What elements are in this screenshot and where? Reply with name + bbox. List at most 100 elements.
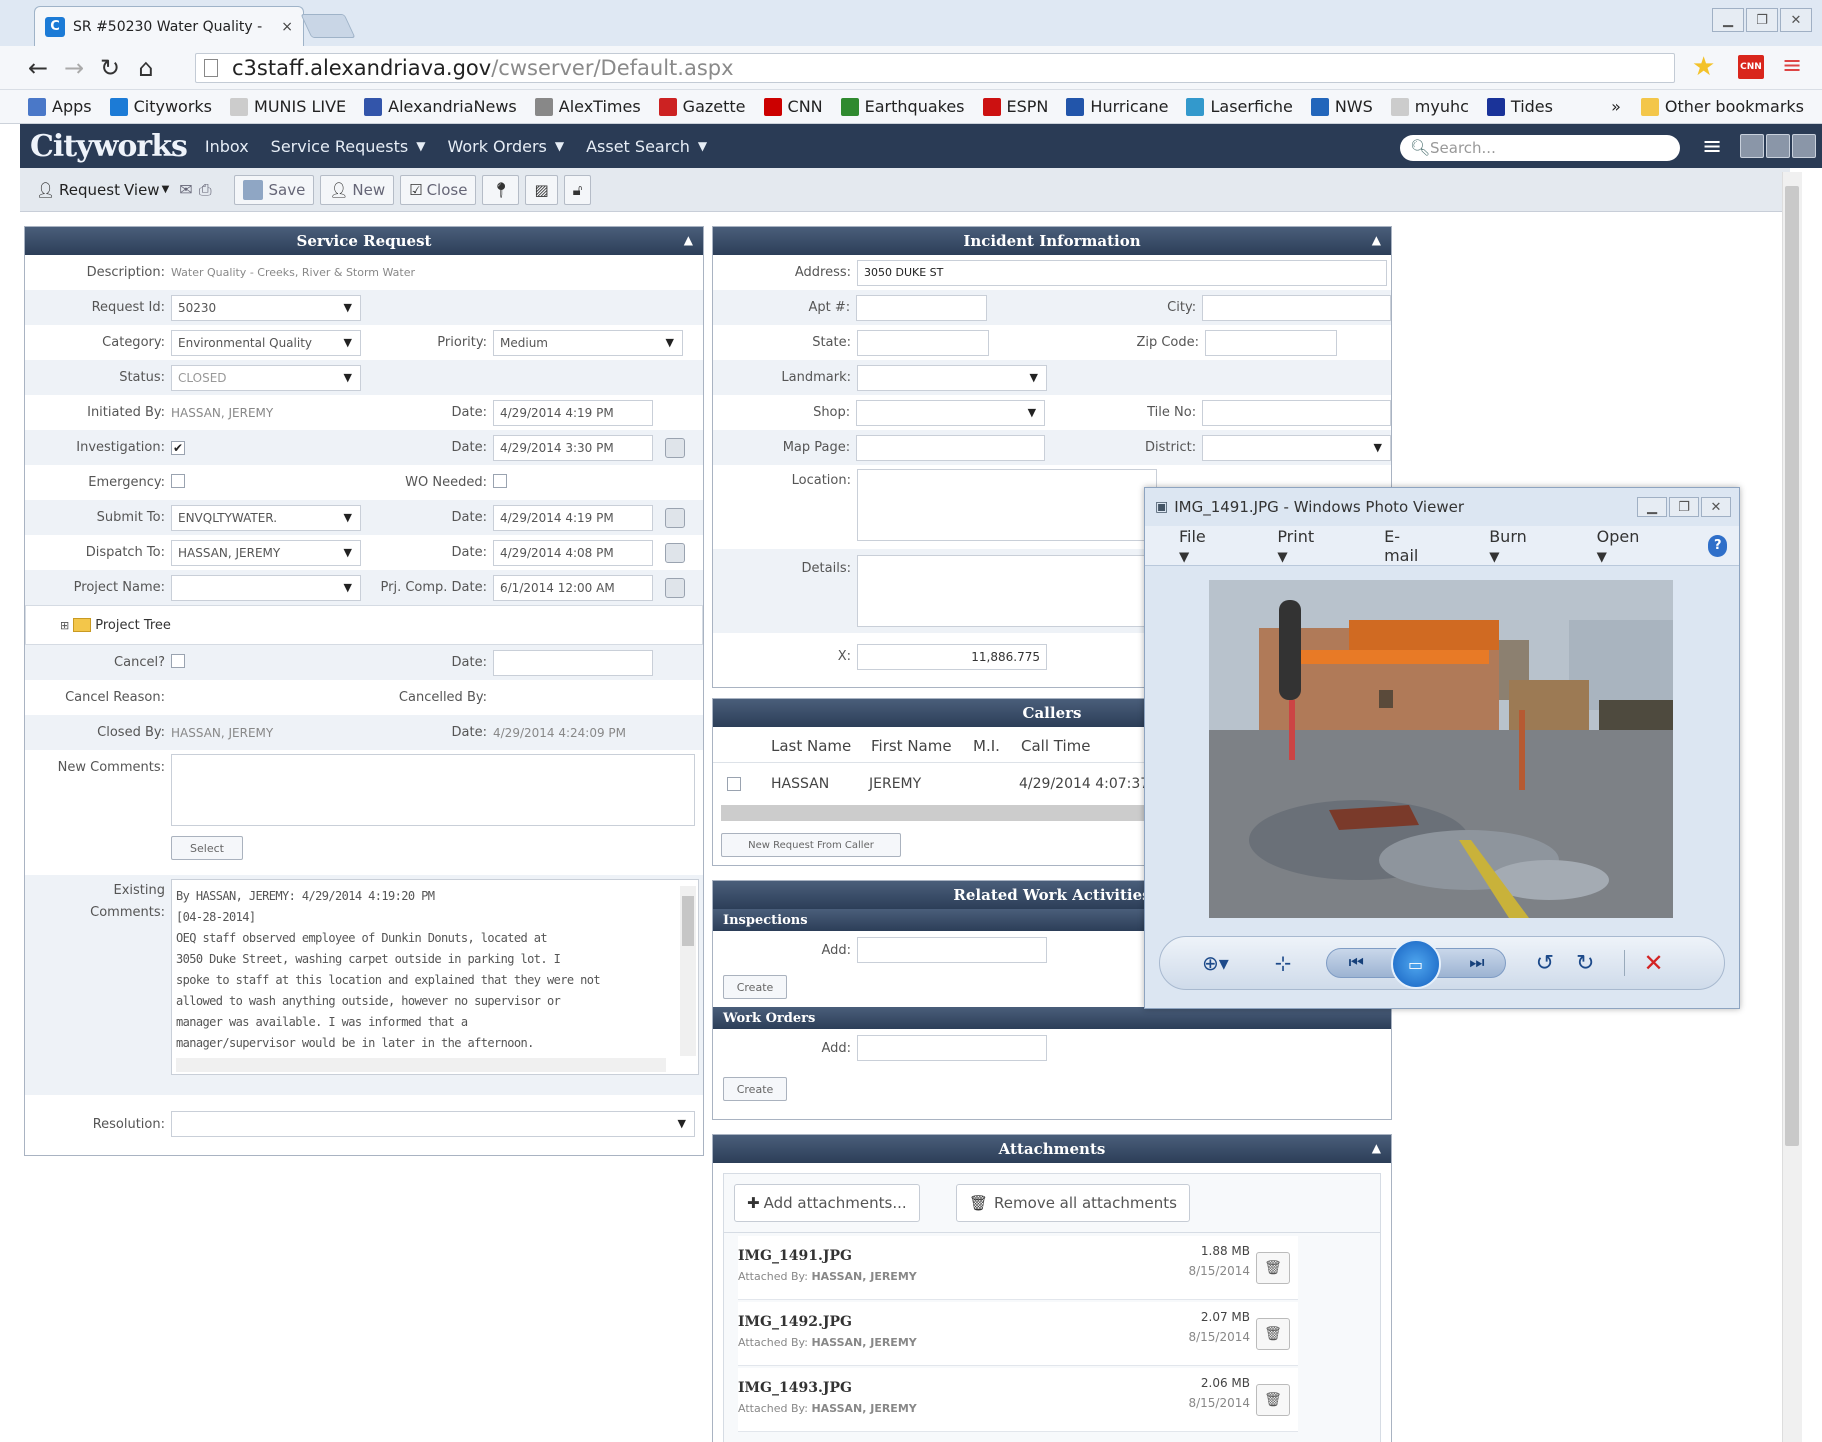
remove-all-attachments-button[interactable]: 🗑︎ Remove all attachments xyxy=(956,1184,1190,1222)
menu-print[interactable]: Print ▼ xyxy=(1277,527,1350,565)
help-icon[interactable]: ? xyxy=(1708,534,1727,557)
zoom-icon[interactable]: ⊕▾ xyxy=(1202,951,1229,975)
tab-close-icon[interactable]: × xyxy=(281,19,293,35)
city-field[interactable] xyxy=(1202,294,1391,321)
new-comments-textarea[interactable] xyxy=(171,754,695,826)
landmark-select[interactable]: ▼ xyxy=(857,364,1047,391)
minimize-icon[interactable]: ▁ xyxy=(1712,8,1744,32)
calendar-icon[interactable] xyxy=(665,542,685,563)
scrollbar-thumb[interactable] xyxy=(1785,186,1799,1146)
new-tab-button[interactable] xyxy=(300,14,356,38)
menu-file[interactable]: File ▼ xyxy=(1179,527,1243,565)
back-arrow-icon[interactable]: ← xyxy=(20,54,56,82)
attachment-item[interactable]: IMG_1492.JPG Attached By: HASSAN, JEREMY… xyxy=(738,1302,1298,1366)
bookmark-item[interactable]: Hurricane xyxy=(1066,97,1168,116)
previous-icon[interactable]: ⏮ xyxy=(1349,953,1364,973)
bookmark-item[interactable]: MUNIS LIVE xyxy=(230,97,346,116)
collapse-icon[interactable]: ▲ xyxy=(684,233,693,247)
existing-comments-box[interactable]: By HASSAN, JEREMY: 4/29/2014 4:19:20 PM … xyxy=(171,879,699,1075)
actual-size-icon[interactable]: ⊹ xyxy=(1275,951,1292,975)
hamburger-menu-icon[interactable]: ≡ xyxy=(1702,132,1722,160)
calendar-icon[interactable] xyxy=(665,507,685,528)
zip-field[interactable] xyxy=(1205,329,1337,356)
attachment-item[interactable]: IMG_1491.JPG Attached By: HASSAN, JEREMY… xyxy=(738,1236,1298,1300)
url-bar[interactable]: c3staff.alexandriava.gov/cwserver/Defaul… xyxy=(195,53,1675,83)
x-field[interactable]: 11,886.775 xyxy=(857,643,1047,670)
view-menu[interactable]: View ▼ xyxy=(124,181,169,199)
delete-attachment-icon[interactable]: 🗑︎ xyxy=(1256,1252,1290,1284)
dispatch-to-select[interactable]: HASSAN, JEREMY ▼ xyxy=(171,539,361,566)
request-id-select[interactable]: 50230 ▼ xyxy=(171,294,361,321)
cancel-checkbox[interactable] xyxy=(171,654,185,668)
comments-scrollbar[interactable] xyxy=(680,886,696,1056)
photo-viewer-titlebar[interactable]: ▣ IMG_1491.JPG - Windows Photo Viewer ▁ … xyxy=(1145,488,1739,526)
collapse-icon[interactable]: ▲ xyxy=(1372,233,1381,247)
col-call-time[interactable]: Call Time xyxy=(1021,737,1141,755)
col-first-name[interactable]: First Name xyxy=(871,737,973,755)
other-bookmarks[interactable]: Other bookmarks xyxy=(1640,97,1804,116)
bookmark-item[interactable]: ESPN xyxy=(982,97,1048,116)
menu-email[interactable]: E-mail xyxy=(1384,527,1455,565)
prj-comp-date-field[interactable]: 6/1/2014 12:00 AM xyxy=(493,574,653,601)
initiated-date-field[interactable]: 4/29/2014 4:19 PM xyxy=(493,399,653,426)
browser-tab[interactable]: C SR #50230 Water Quality - × xyxy=(34,6,304,46)
map-page-field[interactable] xyxy=(856,434,1046,461)
forward-arrow-icon[interactable]: → xyxy=(56,54,92,82)
header-tool-icon[interactable] xyxy=(1792,134,1816,158)
bookmark-star-icon[interactable]: ★ xyxy=(1692,52,1715,82)
unlock-button[interactable]: 🔓︎ xyxy=(563,174,592,205)
new-request-from-caller-button[interactable]: New Request From Caller xyxy=(721,833,901,857)
location-textarea[interactable] xyxy=(857,469,1157,541)
menu-burn[interactable]: Burn ▼ xyxy=(1489,527,1562,565)
emergency-checkbox[interactable] xyxy=(171,474,185,488)
minimize-icon[interactable]: ▁ xyxy=(1637,497,1667,517)
select-button[interactable]: Select xyxy=(171,836,243,860)
bookmark-item[interactable]: myuhc xyxy=(1390,97,1469,116)
details-textarea[interactable] xyxy=(857,555,1157,627)
delete-attachment-icon[interactable]: 🗑︎ xyxy=(1256,1384,1290,1416)
bookmark-item[interactable]: AlexandriaNews xyxy=(364,97,517,116)
more-bookmarks-icon[interactable]: » xyxy=(1611,97,1621,116)
page-scrollbar[interactable] xyxy=(1782,172,1802,1442)
expand-icon[interactable]: ⊞ xyxy=(60,619,69,632)
tile-field[interactable] xyxy=(1202,399,1391,426)
state-field[interactable] xyxy=(857,329,989,356)
priority-select[interactable]: Medium ▼ xyxy=(493,329,683,356)
close-window-icon[interactable]: ✕ xyxy=(1780,8,1812,32)
header-tool-icon[interactable] xyxy=(1740,134,1764,158)
request-menu[interactable]: 👤︎ Request xyxy=(36,181,120,199)
bookmark-item[interactable]: Tides xyxy=(1486,97,1553,116)
investigation-checkbox[interactable]: ✔ xyxy=(171,440,185,455)
bookmark-item[interactable]: Gazette xyxy=(658,97,746,116)
nav-work-orders[interactable]: Work Orders ▼ xyxy=(447,137,564,156)
bookmark-item[interactable]: AlexTimes xyxy=(534,97,641,116)
category-select[interactable]: Environmental Quality ▼ xyxy=(171,329,361,356)
scrollbar-thumb[interactable] xyxy=(682,896,694,946)
bookmark-item[interactable]: Cityworks xyxy=(109,97,212,116)
work-orders-add-field[interactable] xyxy=(857,1035,1047,1061)
col-mi[interactable]: M.I. xyxy=(973,737,1021,755)
comments-hscrollbar[interactable] xyxy=(176,1058,666,1072)
work-orders-create-button[interactable]: Create xyxy=(723,1077,787,1101)
header-tool-icon[interactable] xyxy=(1766,134,1790,158)
project-tree-label[interactable]: Project Tree xyxy=(95,618,171,633)
address-field[interactable]: 3050 DUKE ST xyxy=(857,259,1387,286)
caller-checkbox[interactable] xyxy=(727,777,741,791)
nav-service-requests[interactable]: Service Requests ▼ xyxy=(271,137,426,156)
menu-open[interactable]: Open ▼ xyxy=(1597,527,1675,565)
resolution-select[interactable]: ▼ xyxy=(171,1111,695,1137)
close-window-icon[interactable]: ✕ xyxy=(1701,497,1731,517)
bookmark-item[interactable]: Earthquakes xyxy=(840,97,965,116)
new-button[interactable]: 👤︎ New xyxy=(320,174,395,205)
pin-button[interactable]: 📍︎ xyxy=(482,174,520,205)
slideshow-icon[interactable]: ▭ xyxy=(1390,939,1441,989)
maximize-icon[interactable]: ❐ xyxy=(1669,497,1699,517)
app-search-input[interactable]: 🔍︎ Search... xyxy=(1400,135,1680,161)
bookmark-item[interactable]: Laserfiche xyxy=(1186,97,1293,116)
collapse-icon[interactable]: ▲ xyxy=(1372,1141,1381,1155)
rotate-right-icon[interactable]: ↻ xyxy=(1576,951,1594,976)
nav-inbox[interactable]: Inbox xyxy=(205,137,249,156)
dispatch-date-field[interactable]: 4/29/2014 4:08 PM xyxy=(493,539,653,566)
col-last-name[interactable]: Last Name xyxy=(771,737,871,755)
inspections-add-field[interactable] xyxy=(857,937,1047,963)
